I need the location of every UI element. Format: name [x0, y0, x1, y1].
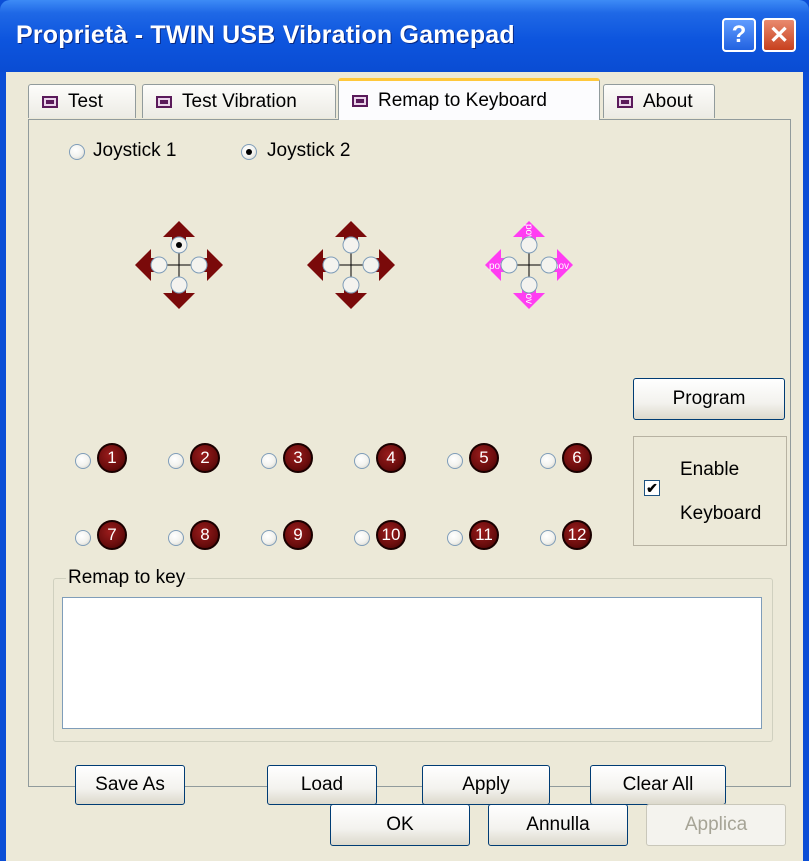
gamepad-button-8: 8	[190, 520, 220, 550]
gamepad-button-10: 10	[376, 520, 406, 550]
save-as-button[interactable]: Save As	[75, 765, 185, 805]
ok-button[interactable]: OK	[330, 804, 470, 846]
pov-radio-left[interactable]	[500, 256, 518, 274]
gamepad-button-2: 2	[190, 443, 220, 473]
direction-pads: povpovpov pov	[135, 221, 573, 309]
remap-to-key-group: Remap to key	[53, 567, 773, 742]
applica-button[interactable]: Applica	[646, 804, 786, 846]
button-1-radio[interactable]	[75, 453, 91, 469]
tab-test-vibration[interactable]: Test Vibration	[142, 84, 336, 118]
button-6-radio[interactable]	[540, 453, 556, 469]
tab-label: Remap to Keyboard	[378, 89, 547, 111]
cancel-button[interactable]: Annulla	[488, 804, 628, 846]
clear-all-button[interactable]: Clear All	[590, 765, 726, 805]
button-3-radio[interactable]	[261, 453, 277, 469]
dialog-client: Test Test Vibration Remap to Keyboard Ab…	[6, 72, 803, 861]
right-stick-dpad	[307, 221, 395, 309]
button-5-radio[interactable]	[447, 453, 463, 469]
load-button[interactable]: Load	[267, 765, 377, 805]
tab-test[interactable]: Test	[28, 84, 136, 118]
pov-dpad: povpovpov pov	[485, 221, 573, 309]
button-2-radio[interactable]	[168, 453, 184, 469]
close-button[interactable]: ✕	[762, 18, 796, 52]
apply-panel-button[interactable]: Apply	[422, 765, 550, 805]
remap-panel: Joystick 1 Joystick 2 pov pov pov pov Progr…	[28, 119, 791, 805]
window-title: Proprietà - TWIN USB Vibration Gamepad	[16, 21, 515, 49]
gamepad-icon	[42, 95, 58, 108]
gamepad-icon	[617, 95, 633, 108]
gamepad-button-1: 1	[97, 443, 127, 473]
button-12-radio[interactable]	[540, 530, 556, 546]
tab-remap-to-keyboard[interactable]: Remap to Keyboard	[338, 78, 600, 120]
gamepad-button-7: 7	[97, 520, 127, 550]
enable-keyboard-checkbox[interactable]: ✔	[644, 480, 660, 496]
gamepad-icon	[156, 95, 172, 108]
gamepad-icon	[352, 94, 368, 107]
tab-label: Test Vibration	[182, 90, 297, 112]
button-10-radio[interactable]	[354, 530, 370, 546]
left-stick-radio-right[interactable]	[190, 256, 208, 274]
remap-key-field[interactable]	[62, 597, 762, 729]
left-stick-radio-up-dot	[176, 242, 182, 248]
pov-radio-up[interactable]	[520, 236, 538, 254]
right-stick-radio-left[interactable]	[322, 256, 340, 274]
gamepad-button-11: 11	[469, 520, 499, 550]
right-stick-radio-right[interactable]	[362, 256, 380, 274]
right-stick-radio-down[interactable]	[342, 276, 360, 294]
gamepad-button-9: 9	[283, 520, 313, 550]
button-9-radio[interactable]	[261, 530, 277, 546]
right-stick-radio-up[interactable]	[342, 236, 360, 254]
gamepad-button-4: 4	[376, 443, 406, 473]
remap-to-key-legend: Remap to key	[66, 567, 188, 589]
enable-keyboard-group: ✔ Enable Keyboard	[633, 436, 787, 546]
help-button[interactable]: ?	[722, 18, 756, 52]
gamepad-button-12: 12	[562, 520, 592, 550]
left-stick-radio-down[interactable]	[170, 276, 188, 294]
tab-label: About	[643, 90, 693, 112]
button-7-radio[interactable]	[75, 530, 91, 546]
button-8-radio[interactable]	[168, 530, 184, 546]
pov-radio-right[interactable]	[540, 256, 558, 274]
button-4-radio[interactable]	[354, 453, 370, 469]
program-button[interactable]: Program	[633, 378, 785, 420]
title-bar[interactable]: Proprietà - TWIN USB Vibration Gamepad ?…	[0, 0, 809, 72]
gamepad-button-3: 3	[283, 443, 313, 473]
properties-window: Proprietà - TWIN USB Vibration Gamepad ?…	[0, 0, 809, 861]
pov-radio-down[interactable]	[520, 276, 538, 294]
gamepad-button-5: 5	[469, 443, 499, 473]
gamepad-button-6: 6	[562, 443, 592, 473]
left-stick-dpad	[135, 221, 223, 309]
left-stick-radio-left[interactable]	[150, 256, 168, 274]
tab-label: Test	[68, 90, 103, 112]
button-11-radio[interactable]	[447, 530, 463, 546]
enable-keyboard-label-line2: Keyboard	[680, 503, 762, 524]
enable-keyboard-label-line1: Enable	[680, 459, 740, 480]
tab-about[interactable]: About	[603, 84, 715, 118]
